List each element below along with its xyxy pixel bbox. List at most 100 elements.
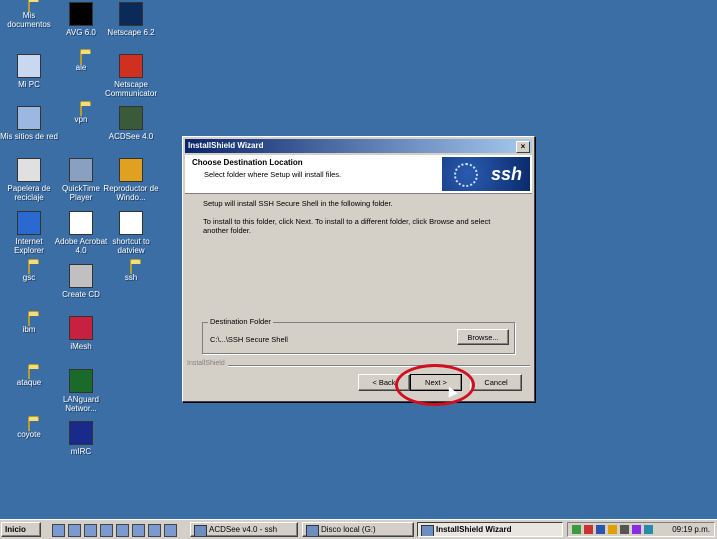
red-annotation-ellipse (395, 364, 475, 406)
desktop-icon-reproductor-de-windo[interactable]: Reproductor de Windo... (102, 158, 160, 202)
desktop-icon-label: mIRC (70, 447, 92, 456)
desktop-icon-label: Mis sitios de red (0, 132, 58, 141)
folder-icon (80, 53, 82, 64)
languard-icon (69, 369, 93, 393)
dialog-title: InstallShield Wizard (188, 141, 264, 150)
desktop-icon-label: ssh (124, 273, 138, 282)
start-button[interactable]: Inicio (1, 522, 41, 537)
quicklaunch-ie-icon[interactable] (52, 524, 65, 537)
quicklaunch-folder-icon[interactable] (132, 524, 145, 537)
desktop-icon-label: coyote (17, 430, 41, 439)
desktop-icon-label: Papelera de reciclaje (7, 184, 51, 202)
dialog-titlebar[interactable]: InstallShield Wizard × (185, 139, 532, 153)
destination-folder-group: Destination Folder C:\...\SSH Secure She… (202, 317, 515, 354)
task-app-icon (306, 525, 319, 536)
desktop-icon-label: LANguard Networ... (62, 395, 100, 413)
task-label: InstallShield Wizard (436, 525, 512, 534)
system-tray: 09:19 p.m. (567, 522, 715, 537)
close-icon: × (520, 142, 526, 151)
instructions-text: To install to this folder, click Next. T… (203, 217, 491, 235)
quicklaunch-search-icon[interactable] (116, 524, 129, 537)
quicklaunch-app-icon[interactable] (100, 524, 113, 537)
media-player-icon (119, 158, 143, 182)
folder-icon (28, 263, 30, 274)
network-icon (17, 106, 41, 130)
desktop-icon-internet-explorer[interactable]: Internet Explorer (0, 211, 58, 255)
desktop-icon-label: Netscape 6.2 (107, 28, 155, 37)
clock: 09:19 p.m. (672, 525, 710, 534)
browse-button[interactable]: Browse... (457, 329, 509, 345)
desktop-icon-label: ibm (22, 325, 36, 334)
desktop-icon-gsc[interactable]: gsc (0, 263, 58, 282)
desktop-icon-shortcut-to-datview[interactable]: shortcut to datview (102, 211, 160, 255)
quicklaunch-desktop-icon[interactable] (84, 524, 97, 537)
desktop-icon-mis-sitios-de-red[interactable]: Mis sitios de red (0, 106, 58, 141)
tray-antivirus-icon[interactable] (584, 525, 593, 534)
desktop-icon-mirc[interactable]: mIRC (52, 421, 110, 456)
folder-icon (28, 315, 30, 326)
mirc-icon (69, 421, 93, 445)
communicator-icon (119, 54, 143, 78)
desktop-icon-ssh[interactable]: ssh (102, 263, 160, 282)
header-subtitle: Select folder where Setup will install f… (204, 170, 342, 179)
task-label: ACDSee v4.0 - ssh (209, 525, 278, 534)
dialog-header: Choose Destination Location Select folde… (185, 155, 532, 194)
recycle-bin-icon (17, 158, 41, 182)
task-app-icon (421, 525, 434, 536)
desktop-icon-label: gsc (22, 273, 36, 282)
task-label: Disco local (G:) (321, 525, 376, 534)
ssh-logo-text: ssh (490, 164, 522, 184)
folder-icon (28, 1, 30, 12)
tray-connection-icon[interactable] (644, 525, 653, 534)
desktop-icon-mis-documentos[interactable]: Mis documentos (0, 1, 58, 29)
desktop-icon-ataque[interactable]: ataque (0, 368, 58, 387)
desktop-icon-netscape-6-2[interactable]: Netscape 6.2 (102, 2, 160, 37)
desktop-icon-label: Mi PC (18, 80, 40, 89)
tray-app-icon[interactable] (608, 525, 617, 534)
acrobat-icon (69, 211, 93, 235)
netscape-icon (119, 2, 143, 26)
folder-icon (28, 420, 30, 431)
desktop-icon-label: Reproductor de Windo... (103, 184, 159, 202)
desktop-icon-papelera-de-reciclaje[interactable]: Papelera de reciclaje (0, 158, 58, 202)
quicklaunch-outlook-icon[interactable] (68, 524, 81, 537)
tray-network-icon[interactable] (572, 525, 581, 534)
ssh-logo: ssh (442, 157, 530, 191)
task-app-icon (194, 525, 207, 536)
destination-folder-label: Destination Folder (208, 317, 273, 326)
desktop-icon-label: ACDSee 4.0 (108, 132, 154, 141)
folder-icon (130, 263, 132, 274)
desktop-icon-label: iMesh (70, 342, 92, 351)
desktop-icon-imesh[interactable]: iMesh (52, 316, 110, 351)
footer-divider (187, 365, 530, 367)
task-button-2[interactable]: Disco local (G:) (302, 522, 414, 537)
header-title: Choose Destination Location (192, 158, 303, 167)
tray-volume-icon[interactable] (620, 525, 629, 534)
desktop-icon-mi-pc[interactable]: Mi PC (0, 54, 58, 89)
desktop-icon-label: Internet Explorer (14, 237, 44, 255)
destination-path: C:\...\SSH Secure Shell (210, 335, 288, 344)
cancel-button[interactable]: Cancel (470, 374, 522, 391)
desktop-icon-label: Mis documentos (7, 11, 51, 29)
close-button[interactable]: × (516, 141, 530, 153)
desktop-icon-acdsee-4-0[interactable]: ACDSee 4.0 (102, 106, 160, 141)
ie-icon (17, 211, 41, 235)
quicklaunch-acdsee-icon[interactable] (164, 524, 177, 537)
desktop-icon-coyote[interactable]: coyote (0, 420, 58, 439)
tray-extra-icon[interactable] (632, 525, 641, 534)
desktop-icon-label: Netscape Communicator (104, 80, 157, 98)
folder-icon (80, 105, 82, 116)
desktop-icon-languard-networ[interactable]: LANguard Networ... (52, 369, 110, 413)
quicklaunch-media-icon[interactable] (148, 524, 161, 537)
folder-icon (28, 368, 30, 379)
taskbar: Inicio ACDSee v4.0 - ssh Disco local (G:)… (0, 519, 717, 539)
task-button-3[interactable]: InstallShield Wizard (417, 522, 563, 537)
desktop-icon-label: ataque (16, 378, 42, 387)
desktop-icon-netscape-communicator[interactable]: Netscape Communicator (102, 54, 160, 98)
desktop-icon-ibm[interactable]: ibm (0, 315, 58, 334)
task-button-1[interactable]: ACDSee v4.0 - ssh (190, 522, 298, 537)
quicktime-icon (69, 158, 93, 182)
computer-icon (17, 54, 41, 78)
tray-monitor-icon[interactable] (596, 525, 605, 534)
installshield-brand: InstallShield (187, 360, 228, 367)
